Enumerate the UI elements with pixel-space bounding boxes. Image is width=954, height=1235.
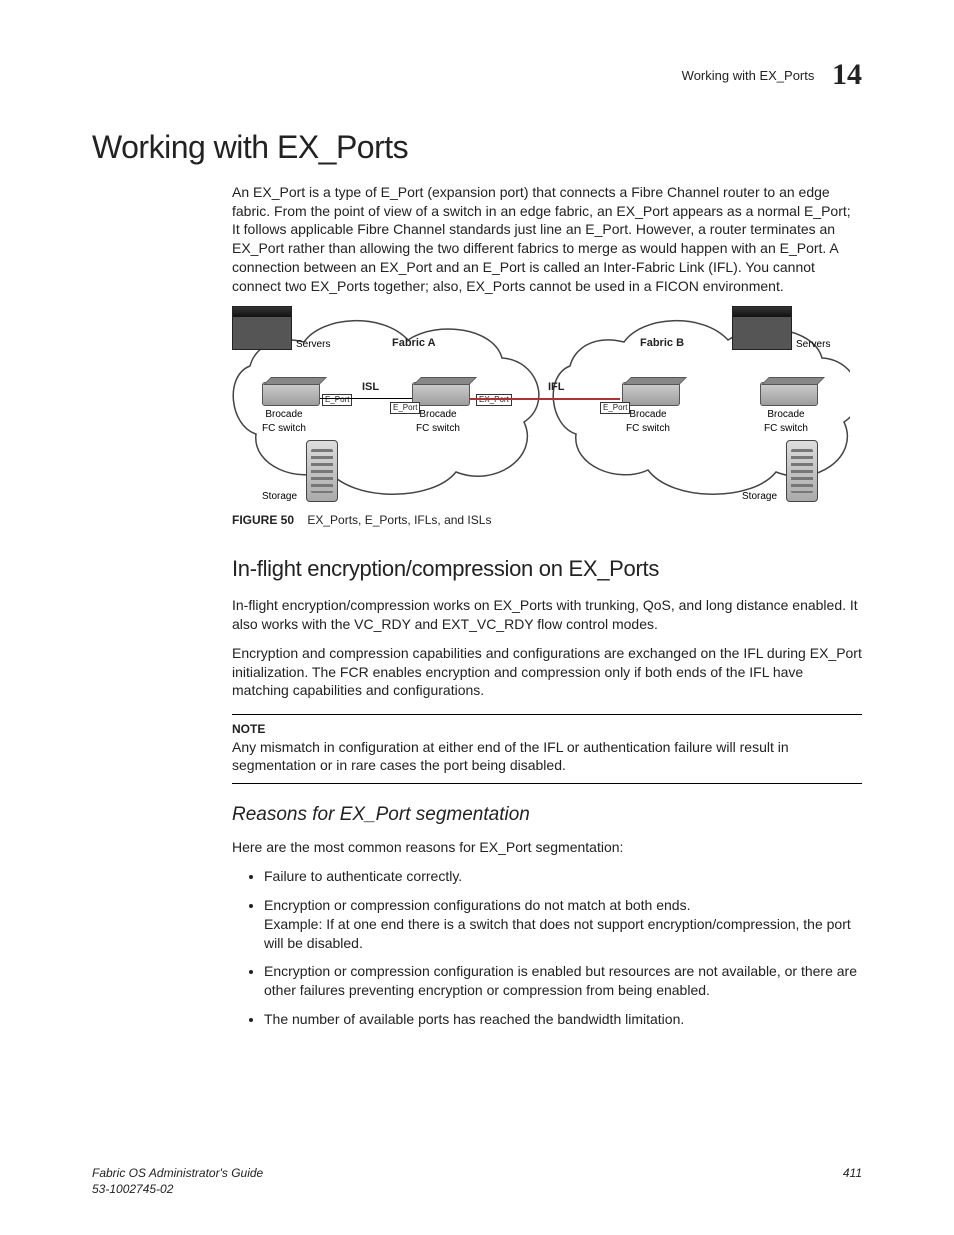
body: An EX_Port is a type of E_Port (expansio… [232,183,862,1029]
storage-a [306,440,338,502]
figure-50: Servers Servers Fabric A Fabric B E_Port… [232,306,850,506]
header-section: Working with EX_Ports [682,68,815,83]
section-heading: In-flight encryption/compression on EX_P… [232,554,862,584]
list-item: The number of available ports has reache… [264,1010,862,1029]
ifl-label: IFL [548,380,565,395]
storage-b [786,440,818,502]
export-1: EX_Port [476,394,512,406]
page-title: Working with EX_Ports [92,126,862,169]
intro-paragraph: An EX_Port is a type of E_Port (expansio… [232,183,862,296]
p2a: In-flight encryption/compression works o… [232,596,862,634]
servers-left-label: Servers [296,338,330,352]
switch-b1 [622,382,680,406]
eport-1: E_Port [322,394,352,406]
switch-a2 [412,382,470,406]
storage-b-label: Storage [742,490,777,504]
brocade-3: Brocade FC switch [626,408,670,435]
note-title: NOTE [232,721,862,737]
brocade-4: Brocade FC switch [764,408,808,435]
brocade-2: Brocade FC switch [416,408,460,435]
page-footer: Fabric OS Administrator's Guide 53-10027… [92,1165,862,1197]
note-text: Any mismatch in configuration at either … [232,738,862,776]
switch-a1 [262,382,320,406]
p2b: Encryption and compression capabilities … [232,644,862,701]
p3: Here are the most common reasons for EX_… [232,838,862,857]
figure-caption: FIGURE 50 EX_Ports, E_Ports, IFLs, and I… [232,512,862,528]
switch-b2 [760,382,818,406]
page: Working with EX_Ports 14 Working with EX… [0,0,954,1235]
isl-label: ISL [362,380,379,395]
fabric-b-label: Fabric B [640,336,684,351]
servers-right [732,306,792,350]
figure-caption-text: EX_Ports, E_Ports, IFLs, and ISLs [307,513,491,527]
page-number: 411 [843,1165,862,1197]
brocade-1: Brocade FC switch [262,408,306,435]
fabric-a-label: Fabric A [392,336,436,351]
list-item: Encryption or compression configurations… [264,896,862,953]
list-item: Failure to authenticate correctly. [264,867,862,886]
footer-left: Fabric OS Administrator's Guide 53-10027… [92,1165,263,1197]
isl-wire [320,398,412,399]
note-block: NOTE Any mismatch in configuration at ei… [232,714,862,784]
figure-number: FIGURE 50 [232,513,294,527]
storage-a-label: Storage [262,490,297,504]
subsection-heading: Reasons for EX_Port segmentation [232,802,862,828]
doc-partnum: 53-1002745-02 [92,1182,173,1196]
ifl-wire [470,398,620,400]
bullet-list: Failure to authenticate correctly. Encry… [232,867,862,1029]
running-header: Working with EX_Ports 14 [92,55,862,96]
list-item: Encryption or compression configuration … [264,962,862,1000]
servers-right-label: Servers [796,338,830,352]
doc-title: Fabric OS Administrator's Guide [92,1166,263,1180]
servers-left [232,306,292,350]
chapter-number: 14 [832,58,862,91]
